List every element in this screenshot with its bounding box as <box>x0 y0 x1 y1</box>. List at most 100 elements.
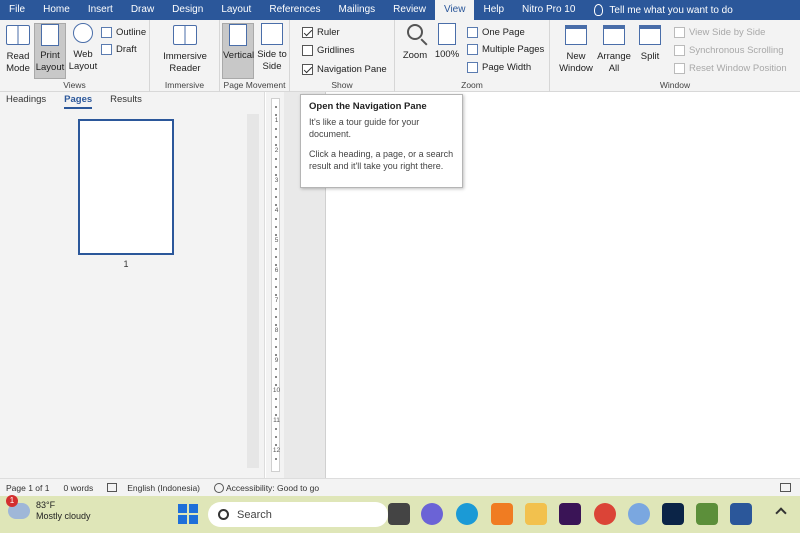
ruler-tick <box>275 308 277 310</box>
ruler-tick <box>275 114 277 116</box>
page-thumbnail[interactable] <box>78 119 174 255</box>
immersive-reader-button[interactable]: Immersive Reader <box>160 23 210 75</box>
read-mode-button[interactable]: Read Mode <box>4 23 32 75</box>
tab-nitro[interactable]: Nitro Pro 10 <box>513 0 584 20</box>
ruler-tick <box>275 136 277 138</box>
premiere-icon[interactable] <box>559 503 581 525</box>
tab-view[interactable]: View <box>434 0 475 20</box>
read-mode-status-icon[interactable] <box>780 483 791 492</box>
tab-draw[interactable]: Draw <box>122 0 163 20</box>
ruler-tick <box>275 444 277 446</box>
ruler-tick <box>275 196 277 198</box>
tell-me-text: Tell me what you want to do <box>609 4 733 16</box>
outline-button[interactable]: Outline <box>101 27 146 38</box>
ruler-track[interactable]: 1 2 3 4 5 6 7 8 9 10 11 12 <box>271 98 280 472</box>
menu-tabs: File Home Insert Draw Design Layout Refe… <box>0 0 800 20</box>
ruler-tick <box>275 226 277 228</box>
accessibility-status[interactable]: Accessibility: Good to go <box>226 483 319 493</box>
taskbar-search[interactable]: Search <box>208 502 388 527</box>
tab-home[interactable]: Home <box>34 0 79 20</box>
side-to-side-button[interactable]: Side to Side <box>256 23 288 73</box>
web-layout-button[interactable]: Web Layout <box>68 23 98 73</box>
lightbulb-icon <box>594 4 604 16</box>
ruler-number: 10 <box>272 387 281 394</box>
xampp-icon[interactable] <box>491 503 513 525</box>
arrange-all-button[interactable]: Arrange All <box>596 23 632 75</box>
chevron-up-icon[interactable] <box>775 507 787 519</box>
web-layout-icon <box>73 23 93 43</box>
edge-icon[interactable] <box>456 503 478 525</box>
nav-tab-results[interactable]: Results <box>110 94 142 109</box>
tab-references[interactable]: References <box>260 0 329 20</box>
page-width-button[interactable]: Page Width <box>467 62 531 73</box>
word-count[interactable]: 0 words <box>63 483 93 493</box>
nav-tab-pages[interactable]: Pages <box>64 94 93 109</box>
tab-file[interactable]: File <box>0 0 34 20</box>
navigation-pane: Headings Pages Results 1 <box>0 92 265 478</box>
word-icon[interactable] <box>730 503 752 525</box>
ruler-tick <box>275 144 277 146</box>
reset-window-position-button[interactable]: Reset Window Position <box>674 63 787 74</box>
weather-widget[interactable]: 1 83°F Mostly cloudy <box>6 495 91 522</box>
draft-button[interactable]: Draft <box>101 44 137 55</box>
copilot-icon[interactable] <box>628 503 650 525</box>
tooltip-text-1: It's like a tour guide for your document… <box>309 117 420 139</box>
file-explorer-icon[interactable] <box>525 503 547 525</box>
group-page-movement: Vertical Side to Side Page Movement <box>220 20 290 92</box>
gridlines-checkbox[interactable]: Gridlines <box>302 45 355 56</box>
tab-layout[interactable]: Layout <box>212 0 260 20</box>
photoshop-icon[interactable] <box>662 503 684 525</box>
vertical-icon <box>229 24 247 46</box>
tab-review[interactable]: Review <box>384 0 435 20</box>
task-view-icon[interactable] <box>388 503 410 525</box>
ruler-checkbox[interactable]: Ruler <box>302 27 340 38</box>
ruler-tick <box>275 346 277 348</box>
navigation-pane-checkbox[interactable]: Navigation Pane <box>302 64 387 75</box>
print-layout-button[interactable]: Print Layout <box>34 23 66 79</box>
synchronous-scrolling-button[interactable]: Synchronous Scrolling <box>674 45 784 56</box>
ruler-number: 9 <box>274 357 279 364</box>
multiple-pages-button[interactable]: Multiple Pages <box>467 44 544 55</box>
one-page-button[interactable]: One Page <box>467 27 525 38</box>
nav-tab-headings[interactable]: Headings <box>6 94 46 109</box>
reset-window-position-icon <box>674 63 685 74</box>
tab-insert[interactable]: Insert <box>79 0 122 20</box>
ruler-tick <box>275 248 277 250</box>
split-button[interactable]: Split <box>636 23 664 63</box>
new-window-button[interactable]: New Window <box>556 23 596 75</box>
tab-mailings[interactable]: Mailings <box>329 0 384 20</box>
group-label-views: Views <box>63 80 86 90</box>
chrome-icon[interactable] <box>594 503 616 525</box>
teams-icon[interactable] <box>421 503 443 525</box>
search-label: Search <box>237 508 272 521</box>
page-width-icon <box>467 62 478 73</box>
ruler-tick <box>275 428 277 430</box>
ruler-tick <box>275 384 277 386</box>
zoom-icon <box>407 24 423 40</box>
start-icon[interactable] <box>178 504 198 524</box>
zoom-100-button[interactable]: 100% <box>433 23 461 61</box>
nav-scrollbar[interactable] <box>247 114 259 468</box>
ruler-tick <box>275 234 277 236</box>
tab-design[interactable]: Design <box>163 0 212 20</box>
proofing-icon[interactable] <box>107 483 118 492</box>
zoom-button[interactable]: Zoom <box>400 23 430 62</box>
page-count[interactable]: Page 1 of 1 <box>6 483 49 493</box>
draft-icon <box>101 44 112 55</box>
temperature: 83°F <box>36 500 56 510</box>
read-mode-icon <box>6 25 30 45</box>
ruler-number: 7 <box>274 297 279 304</box>
view-side-by-side-button[interactable]: View Side by Side <box>674 27 765 38</box>
app-icon[interactable] <box>696 503 718 525</box>
tell-me-box[interactable]: Tell me what you want to do <box>594 4 733 16</box>
ruler-number: 6 <box>274 267 279 274</box>
ruler-number: 3 <box>274 177 279 184</box>
ruler-tick <box>275 278 277 280</box>
ruler-tick <box>275 158 277 160</box>
arrange-all-icon <box>603 25 625 45</box>
tab-help[interactable]: Help <box>474 0 513 20</box>
ruler-number: 8 <box>274 327 279 334</box>
vertical-button[interactable]: Vertical <box>222 23 254 79</box>
language[interactable]: English (Indonesia) <box>127 483 200 493</box>
ruler-tick <box>275 294 277 296</box>
